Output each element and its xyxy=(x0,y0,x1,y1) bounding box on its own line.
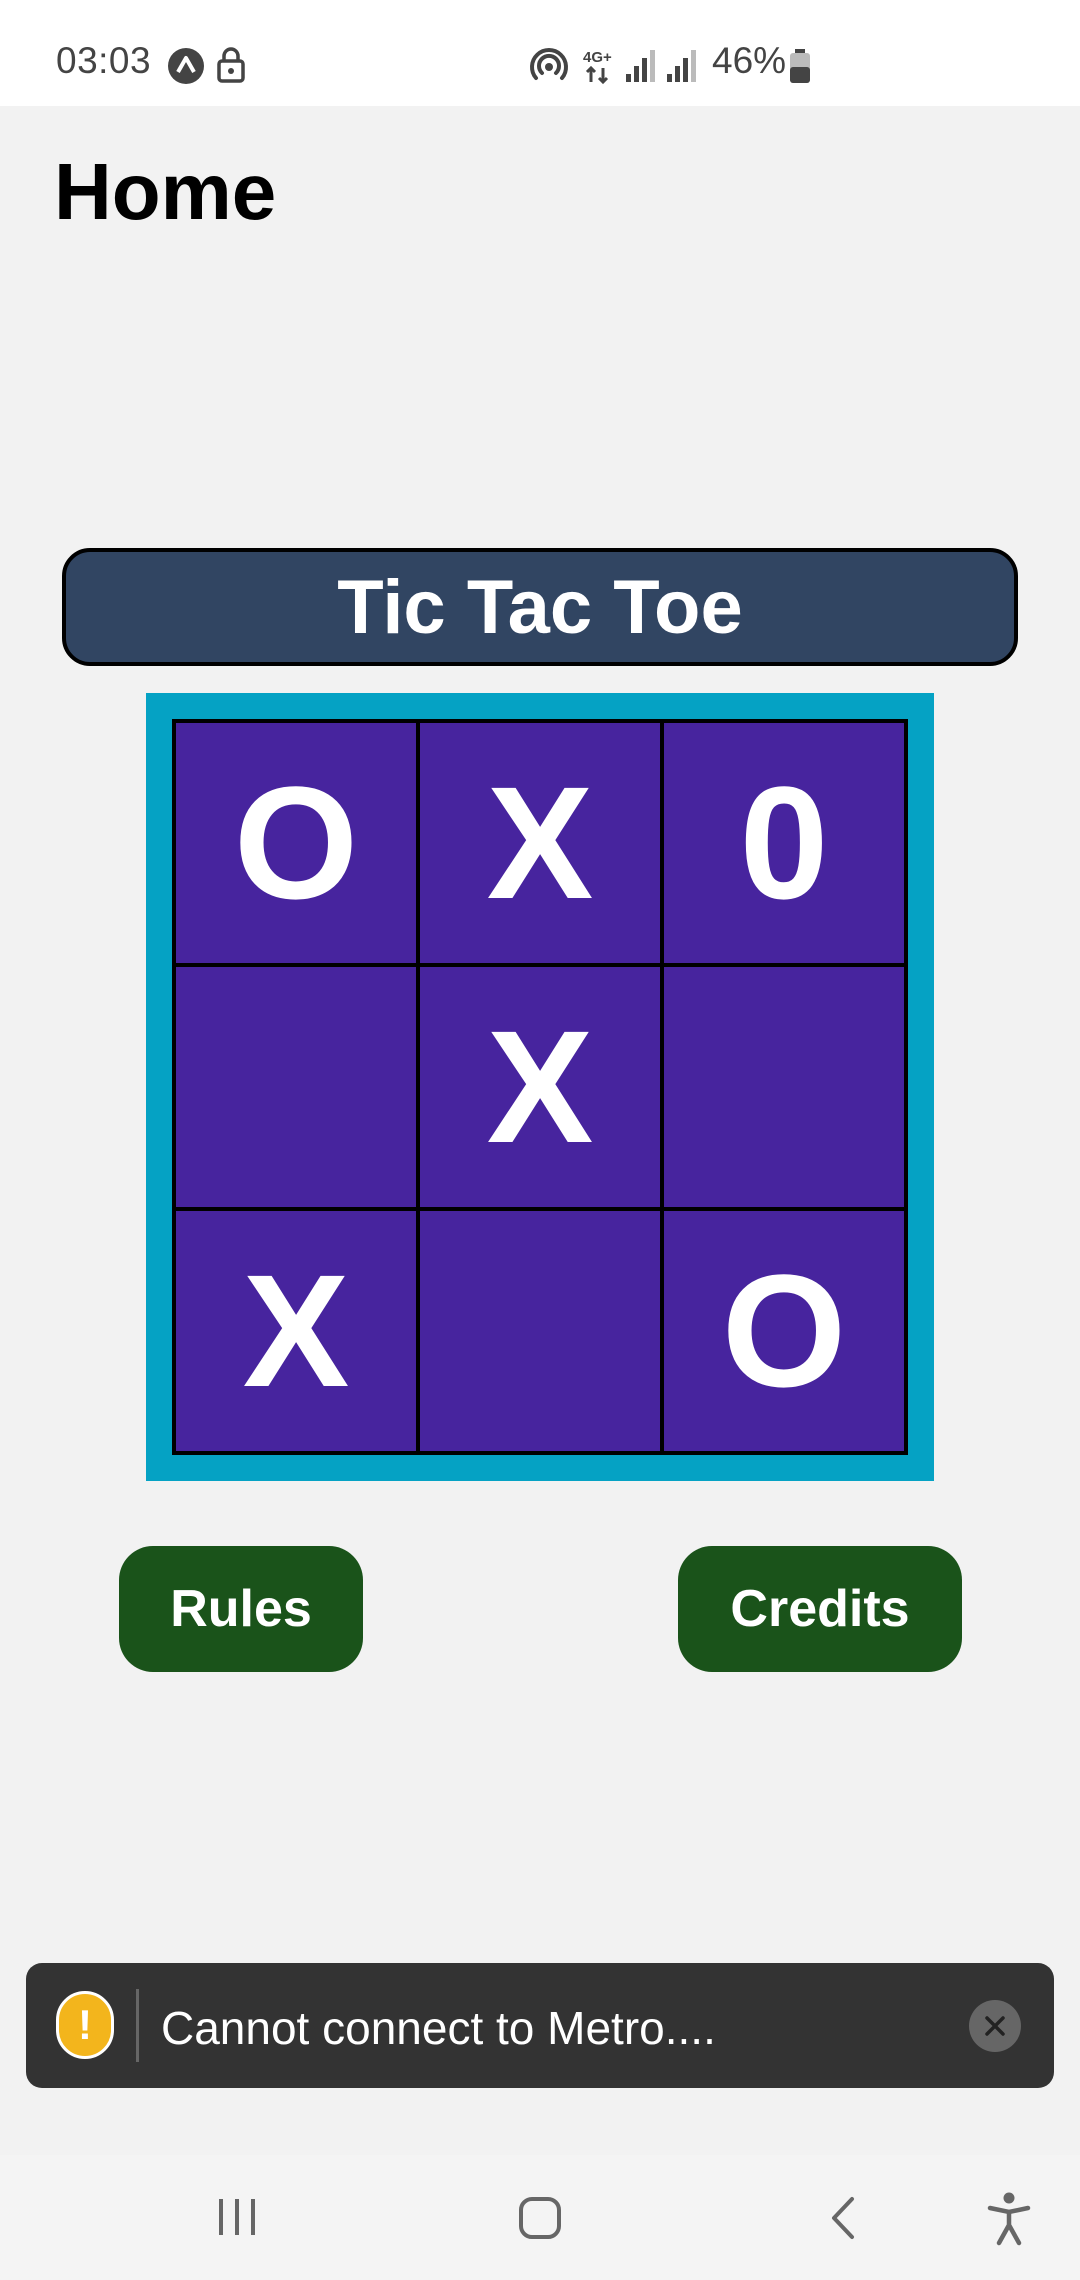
rules-button[interactable]: Rules xyxy=(119,1546,363,1672)
signal-icon xyxy=(665,46,699,89)
back-icon[interactable] xyxy=(826,2195,862,2246)
credits-button[interactable]: Credits xyxy=(678,1546,962,1672)
status-bar: 03:03 4G+ 46% xyxy=(0,0,1080,106)
game-board-frame: O X 0 X X O xyxy=(146,693,934,1481)
game-board: O X 0 X X O xyxy=(172,719,908,1455)
game-title: Tic Tac Toe xyxy=(337,564,743,650)
battery-percent: 46% xyxy=(712,40,787,81)
warning-icon: ! xyxy=(56,1991,114,2059)
status-time: 03:03 xyxy=(56,40,152,81)
battery-icon xyxy=(788,48,812,89)
home-icon[interactable] xyxy=(517,2195,563,2246)
recent-apps-icon[interactable] xyxy=(215,2197,259,2242)
board-cell-0-0[interactable]: O xyxy=(174,721,418,965)
board-cell-0-1[interactable]: X xyxy=(418,721,662,965)
network-4g-icon: 4G+ xyxy=(582,46,616,91)
board-cell-1-0[interactable] xyxy=(174,965,418,1209)
board-cell-1-2[interactable] xyxy=(662,965,906,1209)
board-cell-2-1[interactable] xyxy=(418,1209,662,1453)
app-screen: 03:03 4G+ 46% Home Tic Tac Toe O X 0 X X… xyxy=(0,0,1080,2280)
navigation-bar xyxy=(0,2155,1080,2280)
svg-text:4G+: 4G+ xyxy=(583,49,612,66)
page-title: Home xyxy=(54,147,277,236)
game-title-banner: Tic Tac Toe xyxy=(62,548,1018,666)
board-cell-2-2[interactable]: O xyxy=(662,1209,906,1453)
toast-message: Cannot connect to Metro.... xyxy=(161,2002,716,2054)
close-icon[interactable] xyxy=(969,2000,1021,2052)
toast-divider xyxy=(136,1989,139,2062)
board-cell-0-2[interactable]: 0 xyxy=(662,721,906,965)
accessibility-icon[interactable] xyxy=(986,2191,1032,2252)
lock-icon xyxy=(216,47,246,88)
error-toast[interactable]: ! Cannot connect to Metro.... xyxy=(26,1963,1054,2088)
board-cell-1-1[interactable]: X xyxy=(418,965,662,1209)
app-notification-icon xyxy=(167,47,205,90)
signal-icon xyxy=(624,46,658,89)
hotspot-icon xyxy=(528,46,570,91)
board-cell-2-0[interactable]: X xyxy=(174,1209,418,1453)
